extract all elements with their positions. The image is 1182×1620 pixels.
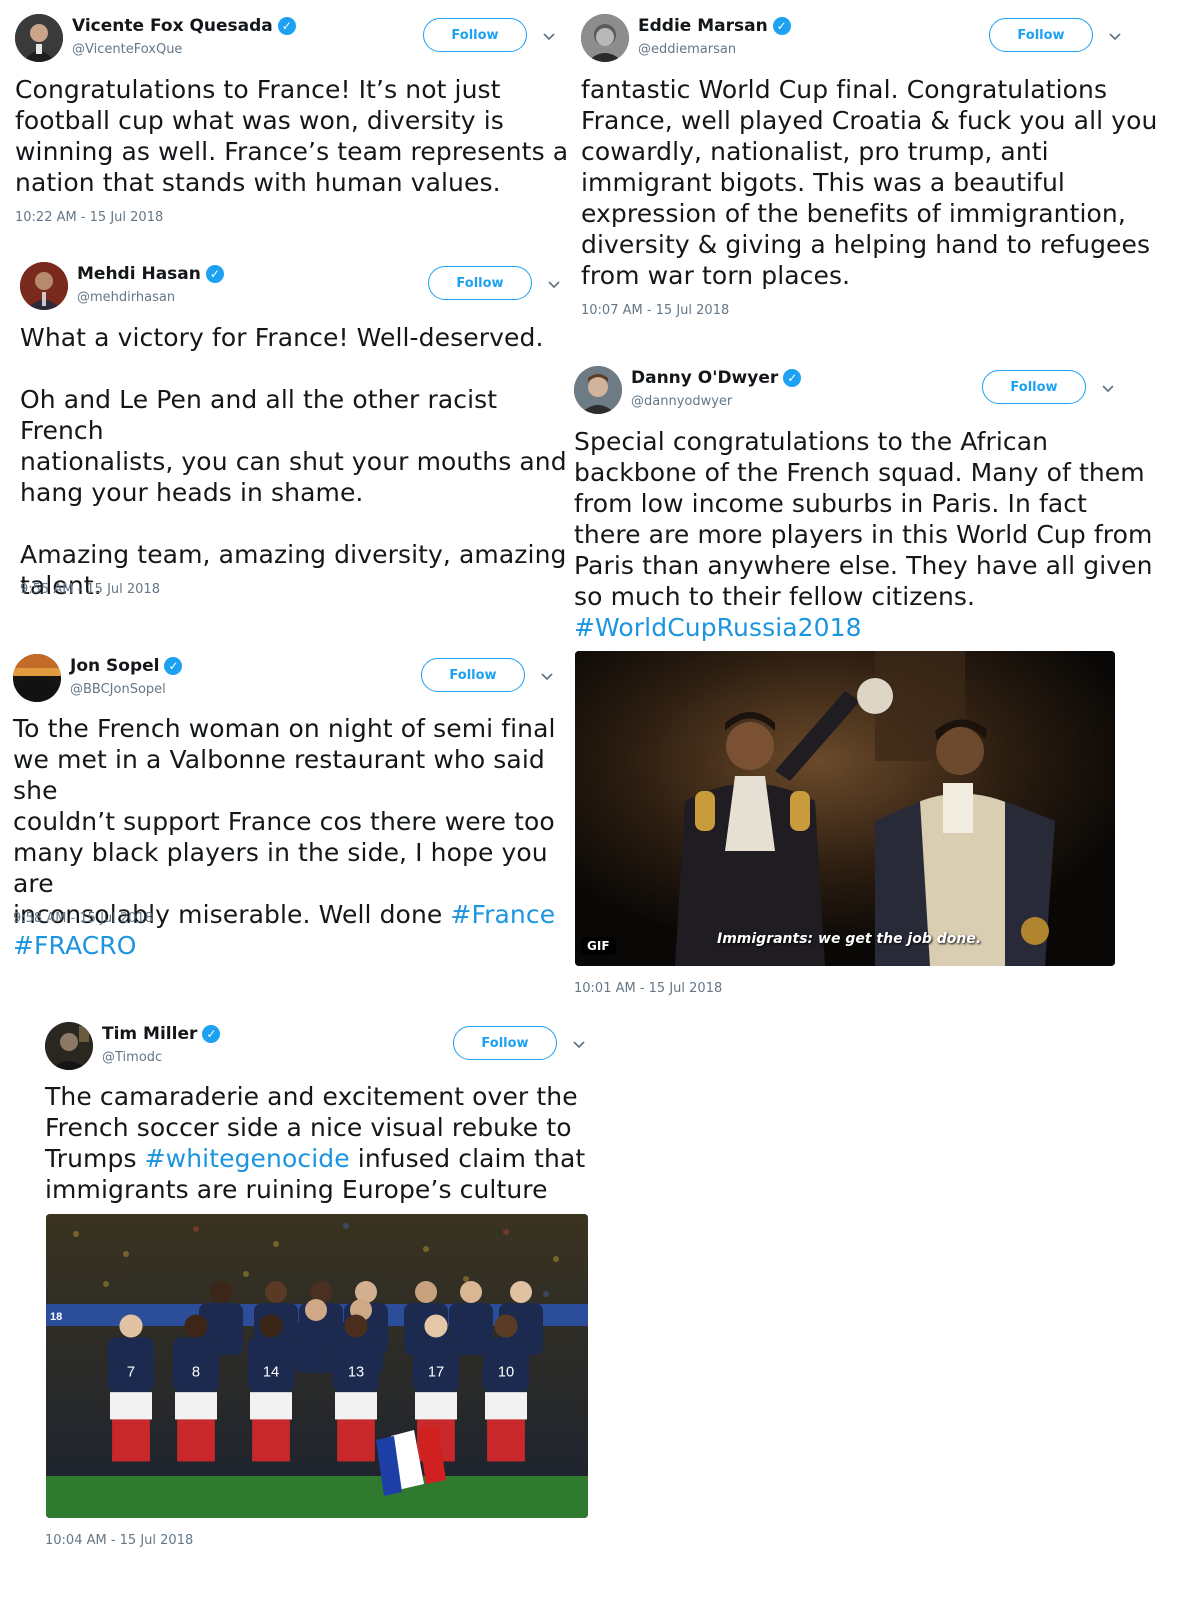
gif-badge: GIF xyxy=(581,937,616,955)
jersey-number: 17 xyxy=(428,1364,444,1380)
avatar[interactable] xyxy=(13,654,61,702)
tweet-text-body: Special congratulations to the African b… xyxy=(574,427,1153,611)
hashtag-link-fracro[interactable]: #FRACRO xyxy=(13,931,137,960)
avatar[interactable] xyxy=(581,14,629,62)
hashtag-link-france[interactable]: #France xyxy=(450,900,555,929)
team-photo-image: 18 7 8 14 13 17 10 xyxy=(46,1214,588,1518)
display-name-text[interactable]: Tim Miller xyxy=(102,1024,197,1044)
chevron-down-icon[interactable] xyxy=(539,668,555,684)
verified-icon: ✓ xyxy=(277,17,296,35)
display-name-text[interactable]: Mehdi Hasan xyxy=(77,264,201,284)
tweet-jon-sopel: Jon Sopel ✓ @BBCJonSopel Follow To the F… xyxy=(0,640,580,960)
tweet-eddie-marsan: Eddie Marsan ✓ @eddiemarsan Follow fanta… xyxy=(566,0,1182,330)
display-name[interactable]: Eddie Marsan ✓ xyxy=(638,16,791,36)
chevron-down-icon[interactable] xyxy=(541,28,557,44)
timestamp[interactable]: 9:55 AM - 15 Jul 2018 xyxy=(20,582,160,597)
tweet-text: Congratulations to France! It’s not just… xyxy=(15,75,569,197)
tweet-mehdi-hasan: Mehdi Hasan ✓ @mehdirhasan Follow What a… xyxy=(5,248,580,608)
avatar[interactable] xyxy=(15,14,63,62)
chevron-down-icon[interactable] xyxy=(1107,28,1123,44)
display-name-text[interactable]: Eddie Marsan xyxy=(638,16,768,36)
user-handle[interactable]: @BBCJonSopel xyxy=(70,682,166,697)
avatar[interactable] xyxy=(574,366,622,414)
jersey-number: 8 xyxy=(192,1364,200,1380)
verified-icon: ✓ xyxy=(772,17,791,35)
tweet-text: Special congratulations to the African b… xyxy=(574,426,1153,643)
display-name[interactable]: Mehdi Hasan ✓ xyxy=(77,264,224,284)
verified-icon: ✓ xyxy=(783,369,802,387)
verified-icon: ✓ xyxy=(202,1025,221,1043)
jersey-number: 10 xyxy=(498,1364,514,1380)
tweet-text: What a victory for France! Well-deserved… xyxy=(20,323,567,600)
tweet-text: fantastic World Cup final. Congratulatio… xyxy=(581,75,1158,290)
display-name[interactable]: Vicente Fox Quesada ✓ xyxy=(72,16,296,36)
board-number-label: 18 xyxy=(50,1311,62,1323)
timestamp[interactable]: 9:58 AM - 15 Jul 2018 xyxy=(13,911,153,926)
display-name-text[interactable]: Vicente Fox Quesada xyxy=(72,16,273,36)
verified-icon: ✓ xyxy=(205,265,224,283)
tweet-danny-odwyer: Danny O'Dwyer ✓ @dannyodwyer Follow Spec… xyxy=(559,352,1182,1012)
user-handle[interactable]: @Timodc xyxy=(102,1050,162,1065)
user-handle[interactable]: @dannyodwyer xyxy=(631,394,732,409)
follow-button[interactable]: Follow xyxy=(453,1026,557,1060)
jersey-number: 7 xyxy=(127,1364,135,1380)
user-handle[interactable]: @mehdirhasan xyxy=(77,290,175,305)
verified-icon: ✓ xyxy=(164,657,183,675)
jersey-number: 13 xyxy=(348,1364,364,1380)
tweet-text: The camaraderie and excitement over the … xyxy=(45,1081,585,1205)
timestamp[interactable]: 10:04 AM - 15 Jul 2018 xyxy=(45,1533,193,1548)
gif-scene-image xyxy=(575,651,1115,966)
hashtag-link[interactable]: #WorldCupRussia2018 xyxy=(574,613,862,642)
user-handle[interactable]: @eddiemarsan xyxy=(638,42,736,57)
timestamp[interactable]: 10:01 AM - 15 Jul 2018 xyxy=(574,981,722,996)
gif-caption: Immigrants: we get the job done. xyxy=(717,931,982,947)
display-name[interactable]: Tim Miller ✓ xyxy=(102,1024,221,1044)
tweet-text-body: To the French woman on night of semi fin… xyxy=(13,714,556,929)
follow-button[interactable]: Follow xyxy=(423,18,527,52)
display-name[interactable]: Danny O'Dwyer ✓ xyxy=(631,368,802,388)
timestamp[interactable]: 10:22 AM - 15 Jul 2018 xyxy=(15,210,163,225)
follow-button[interactable]: Follow xyxy=(989,18,1093,52)
display-name-text[interactable]: Jon Sopel xyxy=(70,656,159,676)
follow-button[interactable]: Follow xyxy=(428,266,532,300)
chevron-down-icon[interactable] xyxy=(571,1036,587,1052)
timestamp[interactable]: 10:07 AM - 15 Jul 2018 xyxy=(581,303,729,318)
follow-button[interactable]: Follow xyxy=(421,658,525,692)
chevron-down-icon[interactable] xyxy=(1100,380,1116,396)
user-handle[interactable]: @VicenteFoxQue xyxy=(72,42,182,57)
display-name-text[interactable]: Danny O'Dwyer xyxy=(631,368,778,388)
chevron-down-icon[interactable] xyxy=(546,276,562,292)
tweet-vicente-fox: Vicente Fox Quesada ✓ @VicenteFoxQue Fol… xyxy=(0,0,580,240)
hashtag-link[interactable]: #whitegenocide xyxy=(145,1144,350,1173)
display-name[interactable]: Jon Sopel ✓ xyxy=(70,656,183,676)
follow-button[interactable]: Follow xyxy=(982,370,1086,404)
gif-media[interactable]: GIF Immigrants: we get the job done. xyxy=(575,651,1115,966)
avatar[interactable] xyxy=(45,1022,93,1070)
tweet-tim-miller: Tim Miller ✓ @Timodc Follow The camarade… xyxy=(30,1008,610,1618)
team-photo[interactable]: 18 7 8 14 13 17 10 xyxy=(46,1214,588,1518)
jersey-number: 14 xyxy=(263,1364,279,1380)
avatar[interactable] xyxy=(20,262,68,310)
